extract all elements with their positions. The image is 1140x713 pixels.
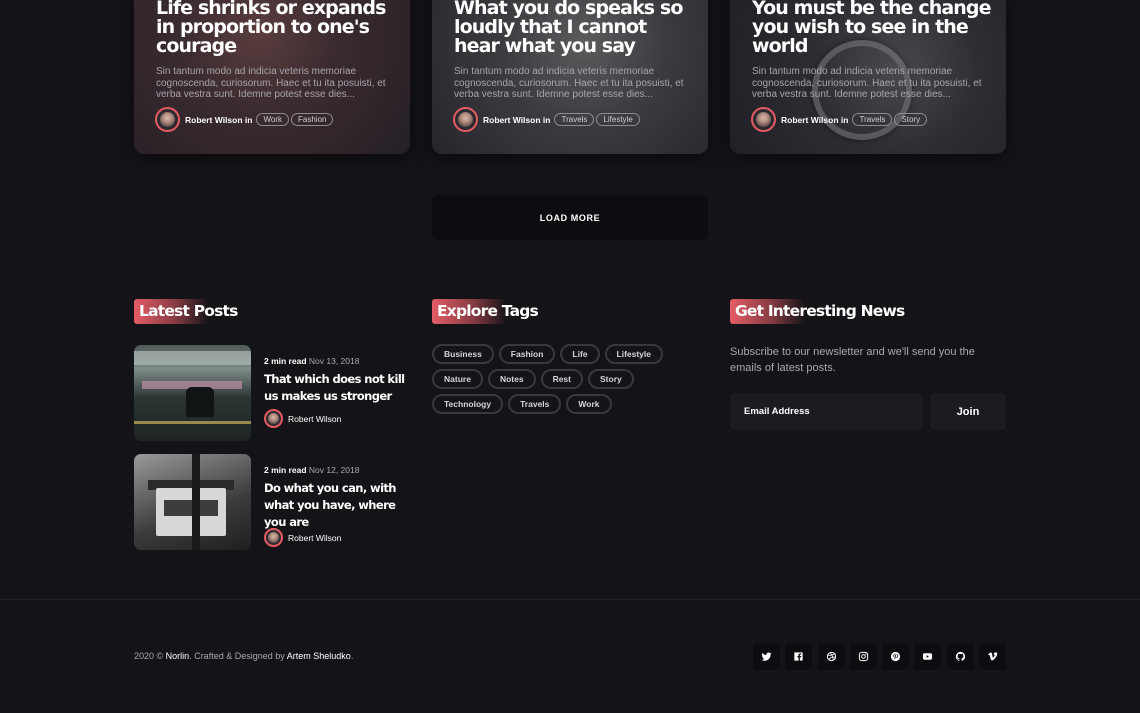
twitter-icon[interactable]: [753, 643, 780, 670]
section-title: Latest Posts: [139, 302, 238, 320]
tag-travels[interactable]: Travels: [508, 394, 562, 414]
tag-business[interactable]: Business: [432, 344, 494, 364]
social-links: [753, 643, 1011, 670]
latest-post-item[interactable]: 2 min read Nov 12, 2018 Do what you can,…: [134, 454, 414, 552]
email-field[interactable]: [730, 393, 923, 430]
tag-work[interactable]: Work: [566, 394, 612, 414]
card-excerpt: Sin tantum modo ad indicia veteris memor…: [752, 66, 982, 100]
post-date: Nov 13, 2018: [308, 356, 360, 366]
read-time: 2 min read: [264, 356, 307, 366]
join-button[interactable]: Join: [930, 393, 1006, 430]
newsletter-heading: Get Interesting News: [730, 299, 905, 324]
author-name[interactable]: Robert Wilson: [288, 533, 341, 543]
tag-lifestyle[interactable]: Lifestyle: [604, 344, 664, 364]
post-card[interactable]: You must be the change you wish to see i…: [730, 0, 1006, 154]
section-title: Explore Tags: [437, 302, 539, 320]
facebook-icon[interactable]: [785, 643, 813, 670]
card-tag[interactable]: Fashion: [291, 113, 334, 126]
designer-link[interactable]: Artem Sheludko: [287, 651, 351, 661]
author-name[interactable]: Robert Wilson: [781, 115, 839, 125]
card-tag[interactable]: Travels: [852, 113, 893, 126]
author-avatar[interactable]: [155, 107, 180, 132]
card-meta: Robert Wilson in Travels Lifestyle: [453, 107, 640, 132]
crafted-text: . Crafted & Designed by: [189, 651, 285, 661]
post-card[interactable]: Life shrinks or expands in proportion to…: [134, 0, 410, 154]
load-more-button[interactable]: LOAD MORE: [432, 195, 708, 240]
post-meta: 2 min read Nov 13, 2018: [264, 356, 359, 366]
post-card[interactable]: What you do speaks so loudly that I cann…: [432, 0, 708, 154]
tag-rest[interactable]: Rest: [540, 369, 583, 389]
post-thumbnail[interactable]: [134, 454, 251, 550]
copyright-year: 2020 ©: [134, 651, 164, 661]
post-thumbnail[interactable]: [134, 345, 251, 441]
author-name[interactable]: Robert Wilson: [185, 115, 243, 125]
card-meta: Robert Wilson in Work Fashion: [155, 107, 334, 132]
section-title: Get Interesting News: [735, 302, 905, 320]
in-label: in: [244, 114, 253, 125]
tag-technology[interactable]: Technology: [432, 394, 504, 414]
post-date: Nov 12, 2018: [308, 465, 360, 475]
card-tag[interactable]: Story: [894, 113, 928, 126]
card-tag[interactable]: Work: [256, 113, 290, 126]
latest-posts-heading: Latest Posts: [134, 299, 238, 324]
post-author[interactable]: Robert Wilson: [264, 528, 341, 547]
card-excerpt: Sin tantum modo ad indicia veteris memor…: [156, 66, 386, 100]
author-avatar[interactable]: [264, 409, 283, 428]
card-title[interactable]: Life shrinks or expands in proportion to…: [156, 0, 396, 56]
in-label: in: [542, 114, 551, 125]
tag-cloud: Business Fashion Life Lifestyle Nature N…: [432, 344, 708, 419]
featured-cards: Life shrinks or expands in proportion to…: [134, 0, 1006, 154]
card-title[interactable]: You must be the change you wish to see i…: [752, 0, 992, 56]
latest-post-item[interactable]: 2 min read Nov 13, 2018 That which does …: [134, 345, 414, 443]
read-time: 2 min read: [264, 465, 307, 475]
card-meta: Robert Wilson in Travels Story: [751, 107, 928, 132]
post-title[interactable]: That which does not kill us makes us str…: [264, 371, 412, 405]
author-avatar[interactable]: [751, 107, 776, 132]
card-tag[interactable]: Lifestyle: [596, 113, 640, 126]
site-name-link[interactable]: Norlin: [166, 651, 190, 661]
author-avatar[interactable]: [264, 528, 283, 547]
post-meta: 2 min read Nov 12, 2018: [264, 465, 359, 475]
tag-fashion[interactable]: Fashion: [498, 344, 556, 364]
card-tag[interactable]: Travels: [554, 113, 595, 126]
instagram-icon[interactable]: [849, 643, 877, 670]
post-title[interactable]: Do what you can, with what you have, whe…: [264, 480, 412, 531]
dribbble-icon[interactable]: [817, 643, 845, 670]
author-name[interactable]: Robert Wilson: [288, 414, 341, 424]
copyright-end: .: [350, 651, 354, 661]
newsletter-description: Subscribe to our newsletter and we'll se…: [730, 346, 975, 374]
footer-divider: [0, 599, 1140, 600]
vimeo-icon[interactable]: [979, 643, 1007, 670]
github-icon[interactable]: [946, 643, 974, 670]
tag-notes[interactable]: Notes: [487, 369, 536, 389]
in-label: in: [840, 114, 849, 125]
card-excerpt: Sin tantum modo ad indicia veteris memor…: [454, 66, 684, 100]
explore-tags-heading: Explore Tags: [432, 299, 539, 324]
post-author[interactable]: Robert Wilson: [264, 409, 341, 428]
tag-story[interactable]: Story: [588, 369, 634, 389]
pinterest-icon[interactable]: [882, 643, 910, 670]
tag-nature[interactable]: Nature: [432, 369, 483, 389]
youtube-icon[interactable]: [914, 643, 942, 670]
author-name[interactable]: Robert Wilson: [483, 115, 541, 125]
copyright: 2020 © Norlin. Crafted & Designed by Art…: [134, 651, 353, 661]
author-avatar[interactable]: [453, 107, 478, 132]
tag-life[interactable]: Life: [560, 344, 600, 364]
card-title[interactable]: What you do speaks so loudly that I cann…: [454, 0, 694, 56]
